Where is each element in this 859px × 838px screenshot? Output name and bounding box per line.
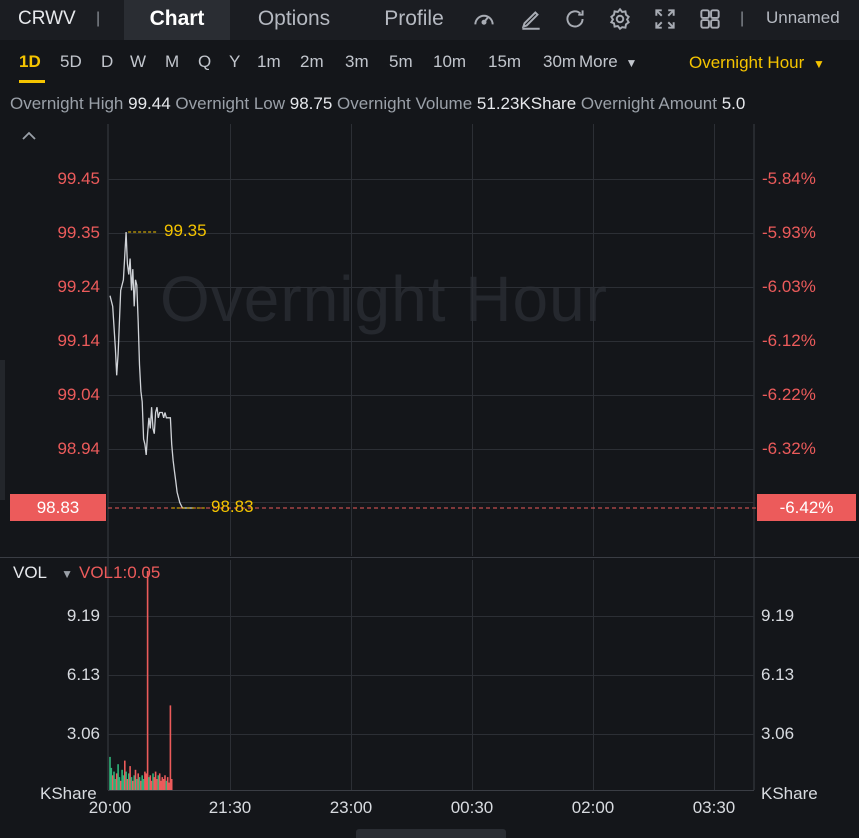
volume-bar xyxy=(146,571,149,790)
volume-axis-label: 3.06 xyxy=(761,724,795,743)
volume-bar xyxy=(110,767,113,790)
time-axis-label: 21:30 xyxy=(208,798,252,817)
volume-bar xyxy=(154,771,157,790)
change-axis-label: -5.93% xyxy=(762,223,816,242)
time-axis-label: 20:00 xyxy=(88,798,132,817)
price-line xyxy=(109,231,194,509)
volume-bar xyxy=(113,771,115,790)
volume-bar xyxy=(122,775,125,790)
indicator-label: VOL xyxy=(13,563,47,582)
high-marker-label: 99.35 xyxy=(164,221,207,240)
time-axis-label: 00:30 xyxy=(450,798,494,817)
caret-down-icon: ▼ xyxy=(61,567,74,581)
volume-bar xyxy=(126,779,129,790)
price-axis-label: 99.45 xyxy=(57,169,100,188)
low-marker-label: 98.83 xyxy=(211,497,254,516)
volume-bar xyxy=(157,775,160,790)
price-axis-label: 98.94 xyxy=(57,439,100,458)
volume-bar xyxy=(119,780,122,790)
volume-unit-label: KShare xyxy=(761,784,818,803)
volume-axis-label: 9.19 xyxy=(761,606,795,625)
time-axis-label: 03:30 xyxy=(692,798,736,817)
volume-bar xyxy=(132,780,134,790)
volume-bar xyxy=(138,777,141,790)
volume-axis-label: 6.13 xyxy=(761,665,795,684)
time-axis-label: 23:00 xyxy=(329,798,373,817)
change-axis-label: -5.84% xyxy=(762,169,816,188)
volume-bar xyxy=(166,777,169,790)
volume-bar xyxy=(129,766,131,790)
volume-axis-label: 9.19 xyxy=(66,606,100,625)
volume-bar xyxy=(136,779,138,790)
change-axis-label: -6.03% xyxy=(762,277,816,296)
volume-bar xyxy=(170,779,173,790)
volume-axis-label: 3.06 xyxy=(66,724,100,743)
current-change-tag: -6.42% xyxy=(757,494,856,521)
change-axis-label: -6.22% xyxy=(762,385,816,404)
volume-axis-label: 6.13 xyxy=(66,665,100,684)
change-axis-label: -6.12% xyxy=(762,331,816,350)
indicator-param: VOL1:0.05 xyxy=(79,563,161,582)
volume-bar xyxy=(115,773,118,790)
volume-bar xyxy=(164,775,166,790)
volume-bar xyxy=(141,775,143,790)
price-axis-label: 99.24 xyxy=(57,277,100,296)
price-axis-label: 99.14 xyxy=(57,331,100,350)
volume-bar xyxy=(150,780,153,790)
change-axis-label: -6.32% xyxy=(762,439,816,458)
current-price-tag: 98.83 xyxy=(10,494,106,521)
volume-bar xyxy=(161,777,164,790)
price-chart[interactable] xyxy=(0,0,859,838)
time-axis-label: 02:00 xyxy=(571,798,615,817)
volume-bar xyxy=(148,777,150,790)
time-scroll-handle[interactable] xyxy=(356,829,506,838)
volume-bar xyxy=(169,705,172,790)
volume-bar xyxy=(145,773,147,790)
indicator-name[interactable]: VOL ▼ xyxy=(13,563,73,583)
price-axis-label: 99.35 xyxy=(57,223,100,242)
price-axis-label: 99.04 xyxy=(57,385,100,404)
left-resize-handle[interactable] xyxy=(0,360,5,500)
